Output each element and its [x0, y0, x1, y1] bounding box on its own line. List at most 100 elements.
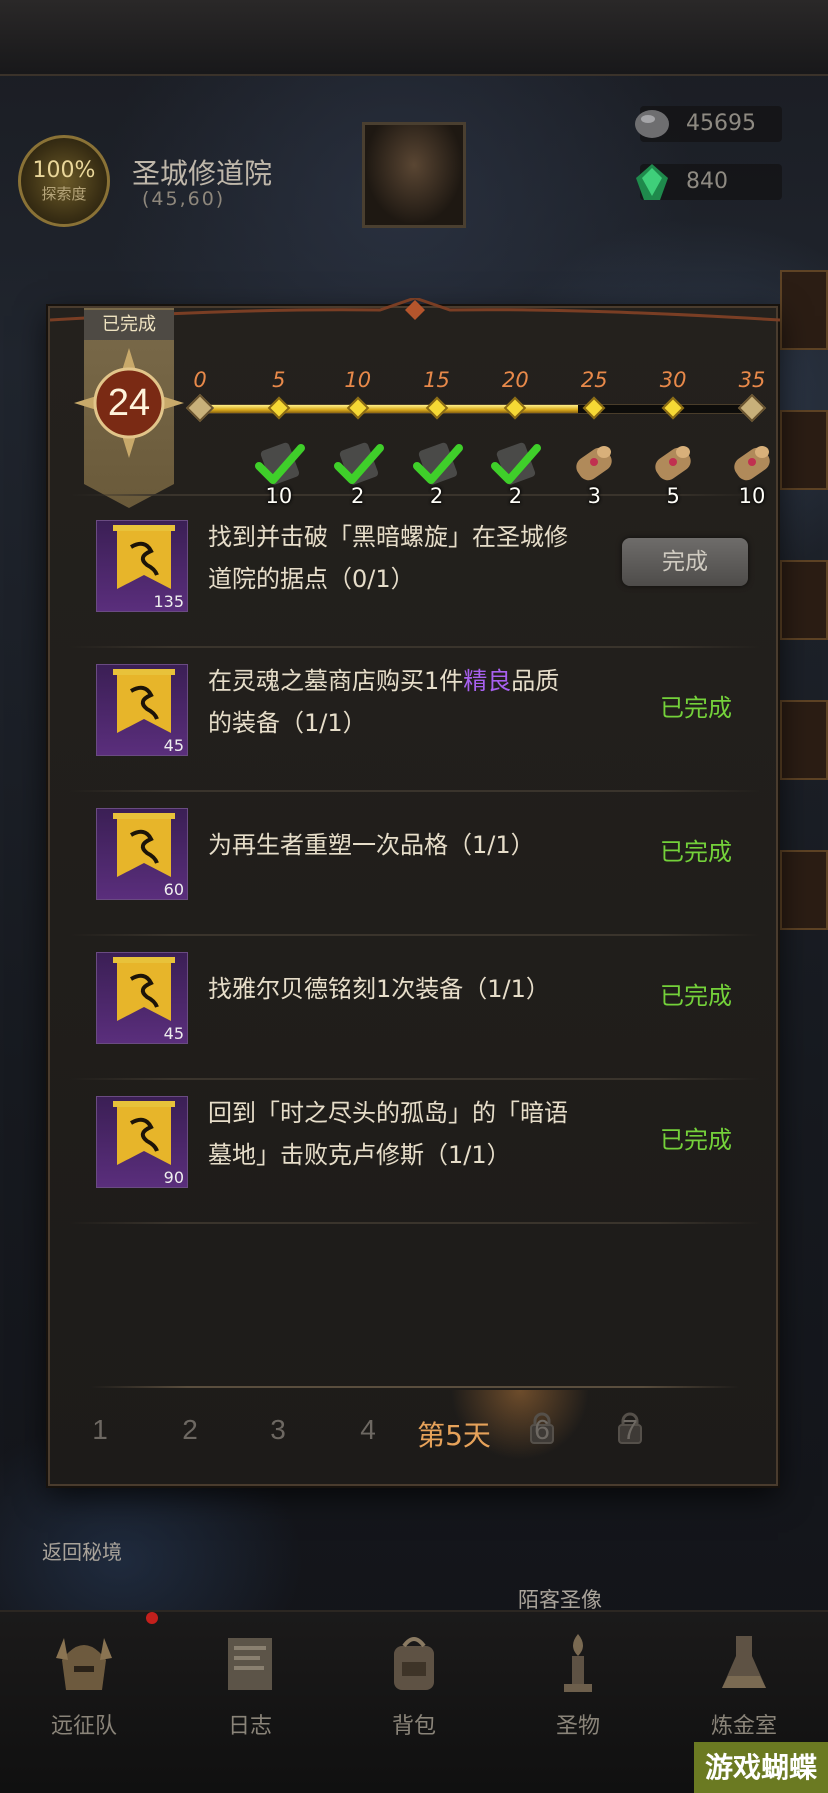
divider — [70, 790, 760, 792]
task-status-completed: 已完成 — [660, 982, 732, 1010]
milestone-label: 5 — [272, 368, 286, 392]
nav-journal[interactable]: 日志 — [190, 1630, 310, 1750]
task-text-post: 品质 — [511, 667, 560, 695]
task-line-2: 的装备（1/1） — [208, 709, 367, 737]
green-gem-icon — [636, 164, 668, 200]
day-tab-2[interactable]: 2 — [182, 1414, 198, 1446]
side-button-5[interactable] — [780, 850, 828, 930]
side-button-3[interactable] — [780, 560, 828, 640]
task-reward-count: 60 — [163, 880, 184, 899]
task-reward-count: 45 — [163, 1024, 184, 1043]
task-status-completed: 已完成 — [660, 838, 732, 866]
task-reward-count: 45 — [163, 736, 184, 755]
banner-icon — [113, 1101, 175, 1165]
day-tab-5[interactable]: 第5天 — [417, 1414, 491, 1454]
top-frame — [0, 0, 828, 76]
completed-ribbon-label: 已完成 — [84, 310, 174, 340]
reward-count: 2 — [351, 484, 365, 508]
day-tab-4[interactable]: 4 — [360, 1414, 376, 1446]
task-row: 45 在灵魂之墓商店购买1件精良品质 的装备（1/1） 已完成 — [62, 652, 764, 756]
complete-button[interactable]: 完成 — [622, 538, 748, 586]
relic-icon — [564, 1634, 592, 1692]
exploration-label: 探索度 — [41, 185, 87, 203]
task-line-2: 墓地」击败克卢修斯（1/1） — [208, 1141, 511, 1169]
journal-icon — [228, 1638, 272, 1690]
side-button-2[interactable] — [780, 410, 828, 490]
task-line-1: 在灵魂之墓商店购买1件精良品质 — [208, 660, 578, 702]
nav-relic[interactable]: 圣物 — [518, 1630, 638, 1750]
task-line-2: 道院的据点（0/1） — [208, 565, 415, 593]
daily-tasks-dialog: 已完成 24 135 找到并击破「黑暗螺旋」在圣城修 道院的据点（0/1） 完成… — [48, 298, 780, 1486]
milestone-label: 10 — [344, 368, 372, 392]
helmet-icon — [56, 1638, 112, 1690]
task-line-1: 找到并击破「黑暗螺旋」在圣城修 — [208, 523, 568, 551]
task-reward-icon: 60 — [96, 808, 188, 900]
divider — [70, 1078, 760, 1080]
resource-gem-value: 840 — [686, 169, 728, 194]
quality-highlight: 精良 — [463, 667, 512, 695]
side-button-4[interactable] — [780, 700, 828, 780]
milestone-marker — [504, 396, 527, 420]
nav-label: 炼金室 — [710, 1714, 777, 1739]
task-row: 60 为再生者重塑一次品格（1/1） 已完成 — [62, 796, 764, 900]
task-status-completed: 已完成 — [660, 694, 732, 722]
task-description: 在灵魂之墓商店购买1件精良品质 的装备（1/1） — [208, 660, 578, 744]
banner-icon — [113, 813, 175, 877]
reward-count: 2 — [429, 484, 444, 508]
divider — [70, 646, 760, 648]
exploration-badge[interactable]: 100% 探索度 — [18, 135, 110, 227]
milestone-marker — [661, 396, 685, 420]
reward-count: 3 — [587, 484, 601, 508]
task-line-1: 回到「时之尽头的孤岛」的「暗语 — [208, 1099, 568, 1127]
day-tab-1[interactable]: 1 — [92, 1414, 108, 1446]
task-row: 90 回到「时之尽头的孤岛」的「暗语 墓地」击败克卢修斯（1/1） 已完成 — [62, 1084, 764, 1188]
watermark: 游戏蝴蝶 — [694, 1742, 828, 1793]
nav-alchemy[interactable]: 炼金室 — [684, 1630, 804, 1750]
backpack-icon — [394, 1637, 434, 1690]
milestone-label: 25 — [580, 368, 608, 392]
stone-icon — [635, 110, 669, 138]
milestone-marker — [267, 396, 291, 420]
divider — [70, 934, 760, 936]
nav-backpack[interactable]: 背包 — [354, 1630, 474, 1750]
milestone-marker — [582, 396, 606, 420]
task-description: 找雅尔贝德铭刻1次装备（1/1） — [208, 968, 578, 1010]
milestone-marker — [346, 396, 370, 420]
task-description: 找到并击破「黑暗螺旋」在圣城修 道院的据点（0/1） — [208, 516, 578, 600]
milestone-label: 20 — [502, 368, 529, 392]
nav-expedition[interactable]: 远征队 — [24, 1630, 144, 1750]
task-text-pre: 在灵魂之墓商店购买1件 — [208, 667, 464, 695]
reward-count: 10 — [265, 484, 293, 508]
task-line-1: 为再生者重塑一次品格（1/1） — [208, 831, 535, 859]
alchemy-icon — [722, 1636, 766, 1688]
task-line-1: 找雅尔贝德铭刻1次装备（1/1） — [208, 975, 550, 1003]
points-value: 24 — [107, 381, 151, 424]
banner-icon — [113, 525, 175, 589]
hero-portrait[interactable] — [362, 122, 466, 228]
task-reward-icon: 45 — [96, 664, 188, 756]
day-tab-3[interactable]: 3 — [270, 1414, 286, 1446]
milestone-marker — [425, 396, 448, 420]
milestone-label: 35 — [738, 368, 766, 392]
day-tab-6[interactable]: 6 — [534, 1414, 550, 1446]
return-secret-realm-label[interactable]: 返回秘境 — [42, 1536, 122, 1565]
day-tab-7[interactable]: 7 — [622, 1414, 638, 1446]
notification-dot — [146, 1612, 158, 1624]
nav-label: 远征队 — [50, 1714, 117, 1739]
task-reward-icon: 90 — [96, 1096, 188, 1188]
reward-count: 2 — [508, 484, 523, 508]
task-reward-count: 90 — [163, 1168, 184, 1187]
milestone-label: 30 — [659, 368, 687, 392]
task-reward-icon: 45 — [96, 952, 188, 1044]
exploration-percent: 100% — [32, 158, 96, 183]
banner-icon — [113, 669, 175, 733]
side-button-1[interactable] — [780, 270, 828, 350]
task-row: 45 找雅尔贝德铭刻1次装备（1/1） 已完成 — [62, 940, 764, 1044]
divider — [70, 1222, 760, 1224]
reward-count: 10 — [738, 484, 766, 508]
location-name: 圣城修道院 — [132, 157, 273, 190]
resource-stone-value: 45695 — [686, 111, 756, 136]
nav-label: 圣物 — [555, 1714, 600, 1739]
tabs-divider — [90, 1386, 740, 1388]
milestone-label: 15 — [423, 368, 450, 392]
